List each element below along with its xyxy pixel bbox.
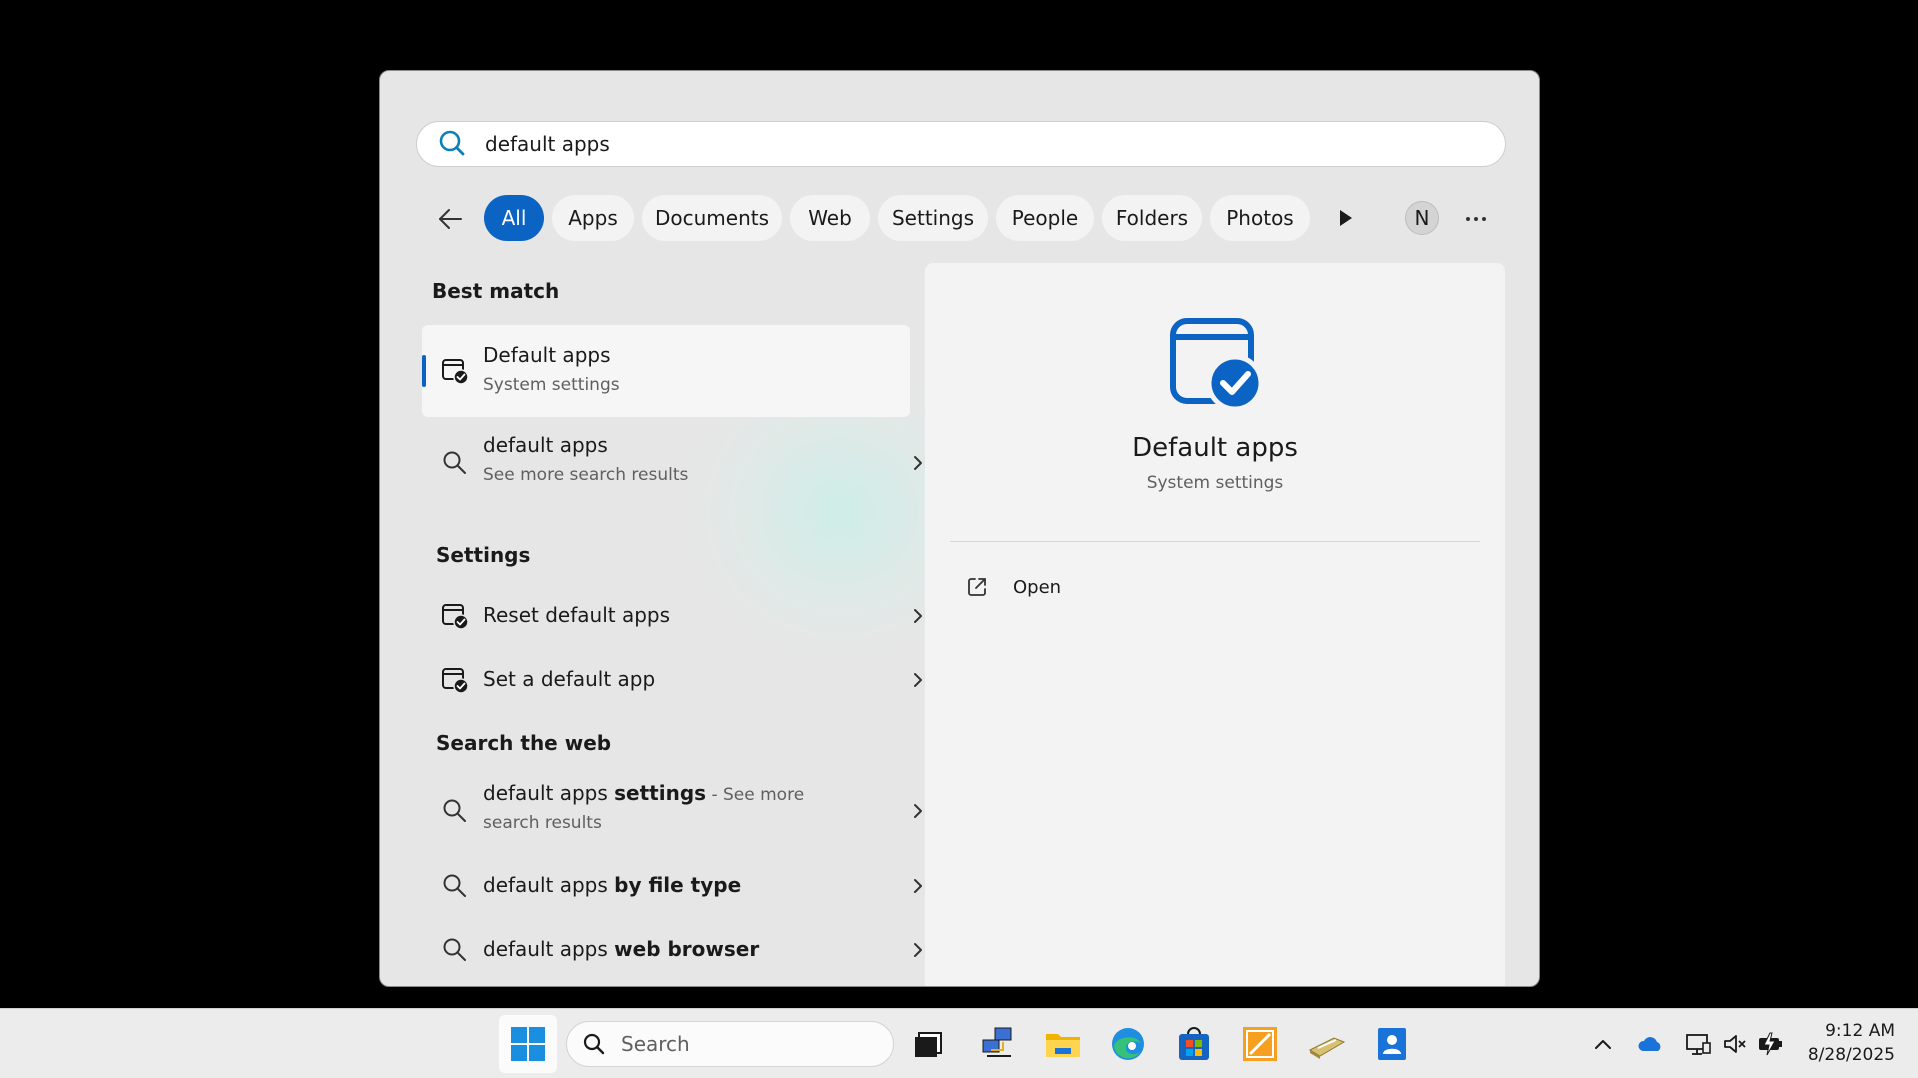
result-reset-default-apps[interactable]: Reset default apps [422, 587, 910, 645]
search-input[interactable] [483, 131, 1387, 157]
account-avatar[interactable]: N [1405, 201, 1439, 235]
clock[interactable]: 9:12 AM 8/28/2025 [1795, 1019, 1895, 1067]
results-list: Best match Default apps System settings … [380, 271, 920, 987]
open-action[interactable]: Open [965, 571, 1165, 605]
edge-browser-icon[interactable] [1108, 1024, 1148, 1064]
query-suggestion: web browser [614, 937, 759, 961]
start-search-panel: All Apps Documents Web Settings People F… [379, 70, 1540, 987]
result-title: default apps by file type [483, 873, 741, 897]
volume-muted-icon[interactable] [1720, 1029, 1750, 1059]
search-icon [440, 935, 470, 965]
search-icon [435, 126, 471, 162]
result-title: Reset default apps [483, 603, 670, 627]
detail-title: Default apps [925, 433, 1505, 463]
result-title: default apps web browser [483, 937, 759, 961]
filter-chip-documents[interactable]: Documents [642, 195, 782, 241]
web-result-web-browser[interactable]: default apps web browser [422, 921, 910, 979]
filter-chip-photos[interactable]: Photos [1210, 195, 1310, 241]
query-suggestion: by file type [614, 873, 741, 897]
start-button[interactable] [499, 1015, 557, 1073]
result-set-a-default-app[interactable]: Set a default app [422, 651, 910, 709]
search-icon [581, 1031, 607, 1057]
filter-chip-apps[interactable]: Apps [552, 195, 634, 241]
result-best-match[interactable]: Default apps System settings [422, 325, 910, 417]
battery-charging-icon[interactable] [1756, 1029, 1786, 1059]
detail-pane: Default apps System settings Open [925, 263, 1505, 987]
network-computers-icon[interactable] [977, 1024, 1017, 1064]
filter-chip-all[interactable]: All [484, 195, 544, 241]
result-title: default apps settings - See more [483, 781, 804, 805]
query-prefix: default apps [483, 937, 614, 961]
open-label: Open [1013, 577, 1061, 598]
scroll-filters-play-icon[interactable] [1330, 203, 1360, 233]
taskbar-search[interactable]: Search [566, 1021, 894, 1067]
result-title: Default apps [483, 343, 611, 367]
result-title: Set a default app [483, 667, 655, 691]
filter-chip-settings[interactable]: Settings [878, 195, 988, 241]
drive-tool-icon[interactable] [1306, 1024, 1346, 1064]
search-box[interactable] [416, 121, 1506, 167]
taskbar: Search [0, 1008, 1918, 1078]
clock-date: 8/28/2025 [1795, 1043, 1895, 1067]
query-prefix: default apps [483, 873, 614, 897]
filter-bar: All Apps Documents Web Settings People F… [380, 195, 1539, 241]
more-options-icon[interactable] [1458, 201, 1494, 237]
search-icon [440, 871, 470, 901]
query-suggestion: settings [614, 781, 706, 805]
result-more-search[interactable]: default apps See more search results [422, 423, 910, 503]
contacts-app-icon[interactable] [1372, 1024, 1412, 1064]
network-display-icon[interactable] [1683, 1029, 1713, 1059]
result-title: default apps [483, 433, 608, 457]
default-apps-icon [440, 601, 470, 631]
microsoft-store-icon[interactable] [1174, 1024, 1214, 1064]
taskbar-search-label: Search [621, 1032, 690, 1056]
detail-subtitle: System settings [925, 473, 1505, 493]
web-result-settings[interactable]: default apps settings - See more search … [422, 771, 910, 851]
search-the-web-heading: Search the web [436, 731, 611, 755]
back-arrow-icon[interactable] [432, 201, 468, 237]
search-icon [440, 448, 470, 478]
best-match-heading: Best match [432, 279, 559, 303]
chevron-up-icon[interactable] [1588, 1029, 1618, 1059]
clock-time: 9:12 AM [1795, 1019, 1895, 1043]
selection-indicator [422, 355, 426, 387]
drawing-app-icon[interactable] [1240, 1024, 1280, 1064]
result-subtitle: System settings [483, 375, 620, 395]
query-prefix: default apps [483, 781, 614, 805]
web-result-by-file-type[interactable]: default apps by file type [422, 857, 910, 915]
see-more-suffix: - See more [706, 785, 804, 805]
task-view-icon[interactable] [910, 1024, 950, 1064]
filter-chip-web[interactable]: Web [790, 195, 870, 241]
divider [950, 541, 1480, 542]
filter-chip-people[interactable]: People [996, 195, 1094, 241]
filter-chip-folders[interactable]: Folders [1102, 195, 1202, 241]
result-subtitle: search results [483, 813, 602, 833]
result-subtitle: See more search results [483, 465, 688, 485]
onedrive-cloud-icon[interactable] [1636, 1029, 1666, 1059]
open-external-icon [965, 575, 989, 599]
windows-logo-icon [499, 1015, 557, 1073]
default-apps-large-icon [1167, 315, 1263, 411]
default-apps-icon [440, 665, 470, 695]
settings-heading: Settings [436, 543, 530, 567]
default-apps-icon [440, 356, 470, 386]
search-icon [440, 796, 470, 826]
file-explorer-icon[interactable] [1043, 1024, 1083, 1064]
